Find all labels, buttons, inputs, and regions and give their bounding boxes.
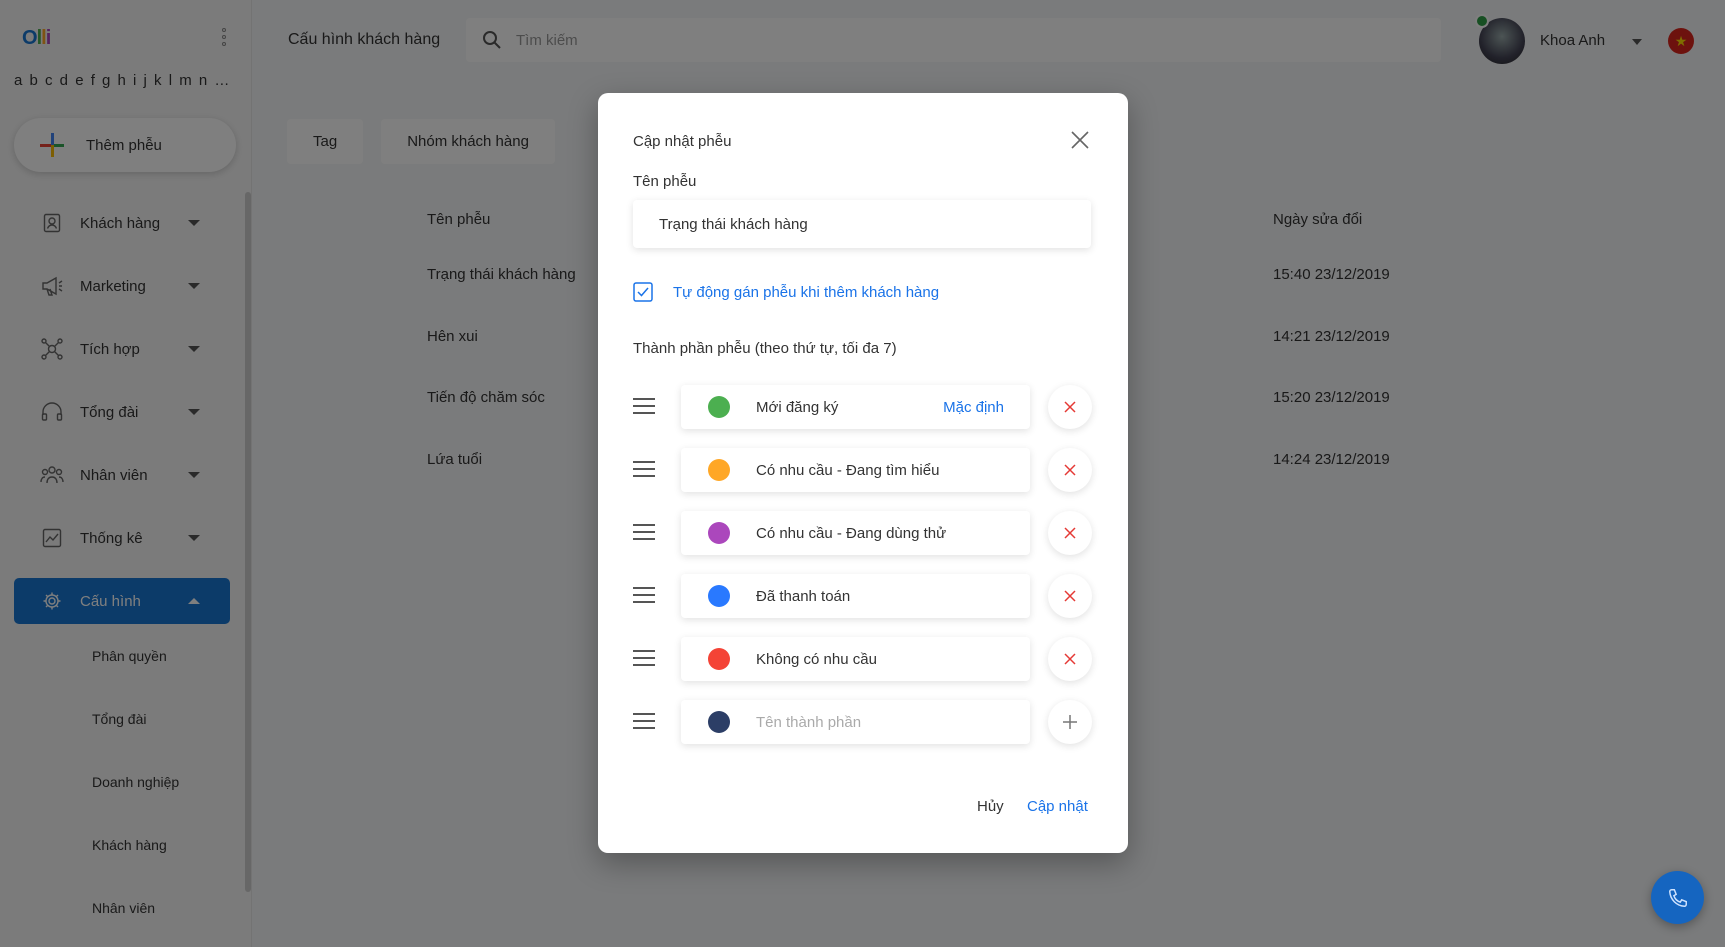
remove-stage-button[interactable] xyxy=(1048,574,1092,618)
dialog-title: Cập nhật phễu xyxy=(633,133,732,150)
plus-icon xyxy=(1063,715,1077,729)
close-icon xyxy=(1064,401,1076,413)
stage-card[interactable]: Có nhu cầu - Đang tìm hiểu xyxy=(681,448,1030,492)
auto-assign-checkbox[interactable]: Tự động gán phễu khi thêm khách hàng xyxy=(633,282,939,302)
update-funnel-dialog: Cập nhật phễu Tên phễu Tự động gán phễu … xyxy=(598,93,1128,853)
stage-card[interactable] xyxy=(681,700,1030,744)
drag-handle-icon[interactable] xyxy=(633,713,655,731)
stage-color-dot[interactable] xyxy=(708,648,730,670)
cancel-button[interactable]: Hủy xyxy=(977,798,1004,815)
stage-name: Có nhu cầu - Đang dùng thử xyxy=(756,524,947,542)
stages-label: Thành phần phễu (theo thứ tự, tối đa 7) xyxy=(633,340,897,357)
call-button[interactable] xyxy=(1651,871,1704,924)
drag-handle-icon[interactable] xyxy=(633,524,655,542)
add-stage-button[interactable] xyxy=(1048,700,1092,744)
stage-row: Không có nhu cầu xyxy=(633,637,1092,681)
stage-row: Mới đăng ký Mặc định xyxy=(633,385,1092,429)
close-icon xyxy=(1064,590,1076,602)
stage-name: Có nhu cầu - Đang tìm hiểu xyxy=(756,461,940,479)
remove-stage-button[interactable] xyxy=(1048,511,1092,555)
stage-color-dot[interactable] xyxy=(708,459,730,481)
drag-handle-icon[interactable] xyxy=(633,650,655,668)
stage-card[interactable]: Không có nhu cầu xyxy=(681,637,1030,681)
close-icon[interactable] xyxy=(1069,129,1091,151)
stage-name: Đã thanh toán xyxy=(756,587,851,605)
stage-color-dot[interactable] xyxy=(708,522,730,544)
stage-row: Có nhu cầu - Đang dùng thử xyxy=(633,511,1092,555)
stage-row: Có nhu cầu - Đang tìm hiểu xyxy=(633,448,1092,492)
close-icon xyxy=(1064,653,1076,665)
drag-handle-icon[interactable] xyxy=(633,398,655,416)
update-button[interactable]: Cập nhật xyxy=(1027,798,1088,815)
stage-row: Đã thanh toán xyxy=(633,574,1092,618)
stage-card[interactable]: Có nhu cầu - Đang dùng thử xyxy=(681,511,1030,555)
drag-handle-icon[interactable] xyxy=(633,461,655,479)
stage-card[interactable]: Mới đăng ký Mặc định xyxy=(681,385,1030,429)
stage-color-dot[interactable] xyxy=(708,396,730,418)
drag-handle-icon[interactable] xyxy=(633,587,655,605)
new-stage-input[interactable] xyxy=(756,713,1030,731)
funnel-name-input[interactable] xyxy=(633,200,1091,248)
close-icon xyxy=(1064,527,1076,539)
phone-icon xyxy=(1668,888,1687,907)
stage-color-dot[interactable] xyxy=(708,711,730,733)
checkbox-checked-icon[interactable] xyxy=(633,282,653,302)
stage-name: Không có nhu cầu xyxy=(756,650,877,668)
stage-color-dot[interactable] xyxy=(708,585,730,607)
funnel-name-label: Tên phễu xyxy=(633,173,697,190)
close-icon xyxy=(1064,464,1076,476)
stage-card[interactable]: Đã thanh toán xyxy=(681,574,1030,618)
default-badge[interactable]: Mặc định xyxy=(943,399,1004,416)
stage-name: Mới đăng ký xyxy=(756,398,839,416)
remove-stage-button[interactable] xyxy=(1048,385,1092,429)
remove-stage-button[interactable] xyxy=(1048,637,1092,681)
remove-stage-button[interactable] xyxy=(1048,448,1092,492)
new-stage-row xyxy=(633,700,1092,744)
auto-assign-label: Tự động gán phễu khi thêm khách hàng xyxy=(673,283,940,301)
